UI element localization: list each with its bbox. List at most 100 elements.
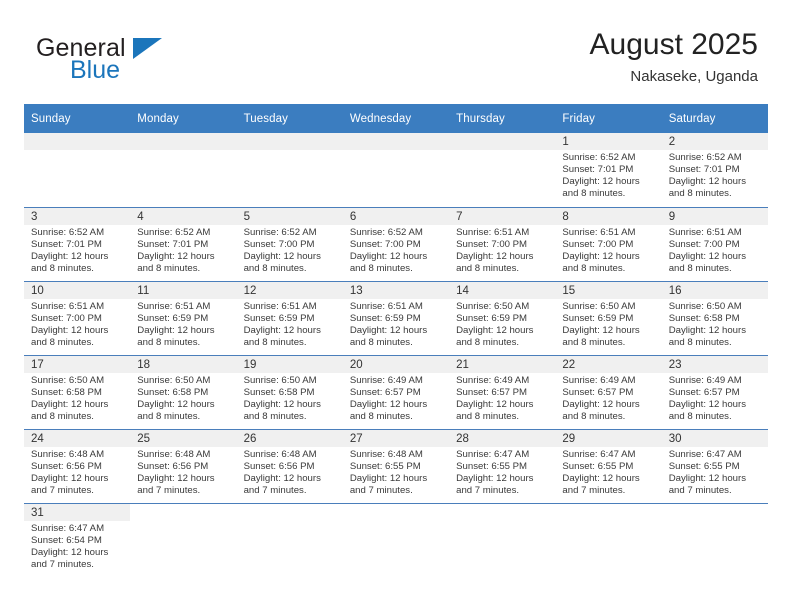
weekday-header-saturday: Saturday [661, 104, 768, 133]
sunrise-time: Sunrise: 6:52 AM [31, 226, 105, 238]
calendar-day-cell[interactable]: 7 Sunrise: 6:51 AM Sunset: 7:00 PM Daylight… [449, 206, 556, 282]
daylight-duration-line1: Daylight: 12 hours [137, 250, 215, 262]
daylight-duration-line1: Daylight: 12 hours [349, 398, 428, 410]
calendar-day-cell[interactable]: 4 Sunrise: 6:52 AM Sunset: 7:01 PM Daylight… [130, 206, 237, 282]
sunset-time: Sunset: 7:00 PM [349, 238, 421, 250]
day-number: 12 [236, 281, 343, 299]
calendar-day-cell[interactable]: 11 Sunrise: 6:51 AM Sunset: 6:59 PM Dayligh… [130, 280, 237, 356]
weekday-header-friday: Friday [555, 104, 662, 133]
calendar-day-cell-empty [236, 133, 343, 208]
calendar-day-cell[interactable]: 30 Sunrise: 6:47 AM Sunset: 6:55 PM Dayligh… [661, 428, 768, 504]
calendar-day-cell[interactable]: 16 Sunrise: 6:50 AM Sunset: 6:58 PM Dayligh… [661, 280, 768, 356]
sunrise-time: Sunrise: 6:50 AM [456, 300, 530, 312]
weekday-header-sunday: Sunday [24, 104, 131, 133]
day-sun-info: Sunrise: 6:50 AM Sunset: 6:58 PM Daylight:… [24, 373, 130, 423]
daylight-duration-line2: and 8 minutes. [349, 262, 413, 274]
day-sun-info: Sunrise: 6:48 AM Sunset: 6:56 PM Daylight:… [237, 447, 343, 497]
day-number: 14 [449, 281, 556, 299]
daylight-duration-line1: Daylight: 12 hours [31, 250, 109, 262]
calendar-day-cell[interactable]: 14 Sunrise: 6:50 AM Sunset: 6:59 PM Dayligh… [449, 280, 556, 356]
daylight-duration-line1: Daylight: 12 hours [562, 398, 640, 410]
day-number: 8 [555, 207, 662, 225]
daylight-duration-line1: Daylight: 12 hours [668, 250, 747, 262]
daylight-duration-line1: Daylight: 12 hours [456, 324, 534, 336]
calendar-head: Sunday Monday Tuesday Wednesday Thursday… [24, 104, 768, 133]
day-number: 28 [449, 429, 556, 447]
calendar-day-cell[interactable]: 1 Sunrise: 6:52 AM Sunset: 7:01 PM Daylight… [555, 133, 662, 208]
day-number: 16 [661, 281, 768, 299]
calendar-week-row: 3 Sunrise: 6:52 AM Sunset: 7:01 PM Daylight… [24, 206, 768, 282]
day-number: 7 [449, 207, 556, 225]
daylight-duration-line1: Daylight: 12 hours [456, 250, 534, 262]
calendar-day-cell[interactable]: 6 Sunrise: 6:52 AM Sunset: 7:00 PM Daylight… [342, 206, 450, 282]
sunset-time: Sunset: 6:59 PM [562, 312, 634, 324]
calendar-day-cell[interactable]: 18 Sunrise: 6:50 AM Sunset: 6:58 PM Dayligh… [130, 354, 237, 430]
sunrise-time: Sunrise: 6:49 AM [456, 374, 530, 386]
day-number: 27 [342, 429, 450, 447]
day-number: 26 [236, 429, 343, 447]
day-number: 17 [24, 355, 131, 373]
sunrise-time: Sunrise: 6:52 AM [137, 226, 211, 238]
daylight-duration-line2: and 8 minutes. [31, 410, 94, 422]
day-sun-info: Sunrise: 6:50 AM Sunset: 6:58 PM Daylight:… [237, 373, 343, 423]
daylight-duration-line1: Daylight: 12 hours [137, 472, 215, 484]
day-sun-info: Sunrise: 6:52 AM Sunset: 7:01 PM Daylight:… [130, 225, 236, 275]
calendar-day-cell[interactable]: 3 Sunrise: 6:52 AM Sunset: 7:01 PM Daylight… [24, 206, 131, 282]
calendar-day-cell[interactable]: 21 Sunrise: 6:49 AM Sunset: 6:57 PM Dayligh… [449, 354, 556, 430]
daylight-duration-line2: and 8 minutes. [456, 410, 520, 422]
calendar-day-cell[interactable]: 31 Sunrise: 6:47 AM Sunset: 6:54 PM Dayligh… [24, 502, 131, 577]
calendar-day-cell[interactable]: 8 Sunrise: 6:51 AM Sunset: 7:00 PM Daylight… [555, 206, 662, 282]
daylight-duration-line1: Daylight: 12 hours [349, 472, 428, 484]
calendar-day-cell[interactable]: 28 Sunrise: 6:47 AM Sunset: 6:55 PM Dayligh… [449, 428, 556, 504]
calendar-day-cell[interactable]: 22 Sunrise: 6:49 AM Sunset: 6:57 PM Dayligh… [555, 354, 662, 430]
day-number [449, 503, 556, 521]
calendar-day-cell[interactable]: 23 Sunrise: 6:49 AM Sunset: 6:57 PM Dayligh… [661, 354, 768, 430]
calendar-day-cell[interactable]: 17 Sunrise: 6:50 AM Sunset: 6:58 PM Dayligh… [24, 354, 131, 430]
calendar-day-cell[interactable]: 20 Sunrise: 6:49 AM Sunset: 6:57 PM Dayligh… [342, 354, 450, 430]
day-number [661, 503, 768, 521]
calendar-day-cell[interactable]: 15 Sunrise: 6:50 AM Sunset: 6:59 PM Dayligh… [555, 280, 662, 356]
calendar-day-cell[interactable]: 5 Sunrise: 6:52 AM Sunset: 7:00 PM Daylight… [236, 206, 343, 282]
sunset-time: Sunset: 6:59 PM [349, 312, 421, 324]
calendar-day-cell[interactable]: 9 Sunrise: 6:51 AM Sunset: 7:00 PM Daylight… [661, 206, 768, 282]
calendar-day-cell-empty [130, 503, 237, 577]
sunrise-time: Sunrise: 6:51 AM [668, 226, 742, 238]
sunrise-time: Sunrise: 6:52 AM [243, 226, 317, 238]
daylight-duration-line2: and 7 minutes. [456, 484, 520, 496]
calendar-day-cell[interactable]: 29 Sunrise: 6:47 AM Sunset: 6:55 PM Dayligh… [555, 428, 662, 504]
sunrise-time: Sunrise: 6:50 AM [668, 300, 742, 312]
day-sun-info: Sunrise: 6:47 AM Sunset: 6:55 PM Daylight:… [662, 447, 768, 497]
day-number: 13 [342, 281, 450, 299]
calendar-day-cell[interactable]: 24 Sunrise: 6:48 AM Sunset: 6:56 PM Dayligh… [24, 428, 131, 504]
daylight-duration-line2: and 8 minutes. [668, 336, 732, 348]
sunrise-time: Sunrise: 6:47 AM [668, 448, 742, 460]
day-sun-info: Sunrise: 6:52 AM Sunset: 7:01 PM Daylight:… [662, 150, 768, 200]
calendar-day-cell[interactable]: 25 Sunrise: 6:48 AM Sunset: 6:56 PM Dayligh… [130, 428, 237, 504]
calendar-day-cell-empty [236, 503, 343, 577]
day-sun-info: Sunrise: 6:51 AM Sunset: 7:00 PM Daylight:… [24, 299, 130, 349]
sunset-time: Sunset: 7:01 PM [31, 238, 102, 250]
calendar-day-cell[interactable]: 10 Sunrise: 6:51 AM Sunset: 7:00 PM Dayligh… [24, 280, 131, 356]
day-sun-info: Sunrise: 6:50 AM Sunset: 6:59 PM Daylight:… [555, 299, 661, 349]
daylight-duration-line1: Daylight: 12 hours [243, 472, 321, 484]
calendar-day-cell[interactable]: 26 Sunrise: 6:48 AM Sunset: 6:56 PM Dayligh… [236, 428, 343, 504]
daylight-duration-line2: and 7 minutes. [562, 484, 626, 496]
page-title: August 2025 [589, 28, 758, 61]
calendar-day-cell[interactable]: 2 Sunrise: 6:52 AM Sunset: 7:01 PM Daylight… [661, 133, 768, 208]
daylight-duration-line1: Daylight: 12 hours [137, 324, 215, 336]
calendar-day-cell[interactable]: 12 Sunrise: 6:51 AM Sunset: 6:59 PM Dayligh… [236, 280, 343, 356]
calendar-day-cell[interactable]: 19 Sunrise: 6:50 AM Sunset: 6:58 PM Dayligh… [236, 354, 343, 430]
logo-flag-icon [133, 38, 162, 59]
daylight-duration-line1: Daylight: 12 hours [668, 398, 747, 410]
sunrise-time: Sunrise: 6:51 AM [137, 300, 211, 312]
day-sun-info: Sunrise: 6:49 AM Sunset: 6:57 PM Daylight:… [343, 373, 449, 423]
calendar-day-cell[interactable]: 13 Sunrise: 6:51 AM Sunset: 6:59 PM Dayligh… [342, 280, 450, 356]
sunrise-time: Sunrise: 6:47 AM [456, 448, 530, 460]
sunset-time: Sunset: 6:55 PM [668, 460, 740, 472]
calendar-day-cell-empty [555, 503, 662, 577]
calendar-day-cell[interactable]: 27 Sunrise: 6:48 AM Sunset: 6:55 PM Dayligh… [342, 428, 450, 504]
calendar-day-cell-empty [24, 133, 131, 208]
day-number: 19 [236, 355, 343, 373]
sunrise-time: Sunrise: 6:49 AM [668, 374, 742, 386]
sunset-time: Sunset: 6:57 PM [349, 386, 421, 398]
